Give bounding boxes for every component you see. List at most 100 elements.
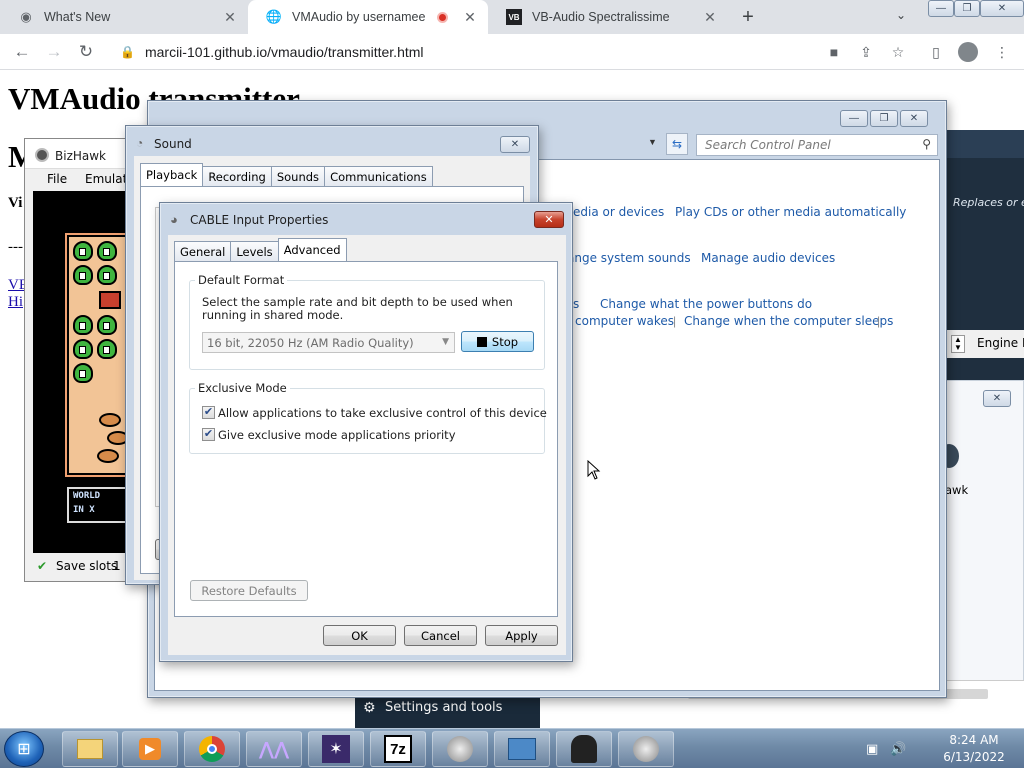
world-sub-label: IN X	[73, 505, 95, 515]
exclusive-priority-checkbox[interactable]: ✔	[202, 428, 215, 441]
tab-recording[interactable]: Recording	[202, 166, 272, 186]
sound-close-button[interactable]: ✕	[500, 136, 530, 153]
refresh-icon[interactable]: ⇆	[666, 133, 688, 155]
settings-tools-link[interactable]: Settings and tools	[385, 700, 502, 715]
forward-arrow-icon[interactable]: →	[42, 40, 66, 64]
vmaudio-taskbar-icon[interactable]	[556, 731, 612, 767]
link-computer-wakes[interactable]: computer wakes	[575, 314, 674, 328]
network-icon[interactable]: ▣	[866, 741, 878, 757]
speaker-icon: ◔	[136, 136, 144, 150]
address-dropdown-chevron-icon[interactable]: ▼	[648, 137, 657, 147]
save-slot-number[interactable]: 1	[113, 559, 121, 573]
restore-defaults-button[interactable]: Restore Defaults	[190, 580, 308, 601]
apply-button[interactable]: Apply	[485, 625, 558, 646]
browser-minimize-button[interactable]: —	[928, 0, 954, 17]
cp-maximize-button[interactable]: ❐	[870, 110, 898, 127]
camera-icon[interactable]: ■	[824, 42, 844, 62]
exclusive-mode-group	[189, 388, 545, 454]
tab-close-icon[interactable]: ✕	[462, 9, 478, 26]
start-button[interactable]: ⊞	[4, 731, 44, 767]
exclusive-priority-label[interactable]: Give exclusive mode applications priorit…	[218, 429, 456, 442]
tab-close-icon[interactable]: ✕	[702, 9, 718, 26]
check-icon: ✔	[37, 559, 48, 573]
tab-levels[interactable]: Levels	[230, 241, 279, 261]
speaker-taskbar-icon[interactable]	[432, 731, 488, 767]
7zip-taskbar-icon[interactable]: 7z	[370, 731, 426, 767]
save-slots-label[interactable]: Save slots	[56, 559, 117, 573]
search-icon[interactable]: ⚲	[922, 137, 931, 151]
search-control-panel-input[interactable]: Search Control Panel ⚲	[696, 134, 938, 156]
page-link-hi[interactable]: Hi	[8, 294, 23, 311]
page-text-fragment: Vi	[8, 195, 23, 211]
link-separator: |	[877, 314, 881, 328]
cancel-button[interactable]: Cancel	[404, 625, 477, 646]
address-bar[interactable]: 🔒 marcii-101.github.io/vmaudio/transmitt…	[112, 38, 820, 66]
cp-minimize-button[interactable]: —	[840, 110, 868, 127]
link-manage-audio[interactable]: Manage audio devices	[701, 251, 835, 265]
lock-icon: 🔒	[120, 45, 135, 59]
tab-close-icon[interactable]: ✕	[222, 9, 238, 26]
tab-advanced[interactable]: Advanced	[277, 238, 347, 261]
link-play-cds[interactable]: Play CDs or other media automatically	[675, 205, 906, 219]
link-system-sounds[interactable]: ange system sounds	[567, 251, 691, 265]
link-computer-sleeps[interactable]: Change when the computer sleeps	[684, 314, 893, 328]
cable-close-button[interactable]: ✕	[534, 211, 564, 228]
dark-app-close-button[interactable]: ✕	[983, 390, 1011, 407]
new-tab-button[interactable]: +	[736, 6, 760, 30]
globe-icon: 🌐	[265, 9, 283, 24]
media-player-taskbar-icon[interactable]: ▶	[122, 731, 178, 767]
tab-vb-audio[interactable]: VB VB-Audio Spectralissime ✕	[488, 0, 728, 34]
engine-label: Engine P	[977, 336, 1024, 350]
tab-playback[interactable]: Playback	[140, 163, 204, 186]
share-icon[interactable]: ⇪	[856, 42, 876, 62]
chrome-icon: ◉	[20, 9, 32, 24]
tab-whats-new[interactable]: ◉ What's New ✕	[0, 0, 248, 34]
browser-close-button[interactable]: ✕	[980, 0, 1024, 17]
volume-icon[interactable]: 🔊	[890, 741, 906, 757]
bookmark-star-icon[interactable]: ☆	[888, 42, 908, 62]
tab-general[interactable]: General	[174, 241, 232, 261]
profile-icon[interactable]	[958, 42, 978, 62]
menu-kebab-icon[interactable]: ⋮	[992, 42, 1012, 62]
explorer-taskbar-icon[interactable]	[62, 731, 118, 767]
link-power-buttons[interactable]: Change what the power buttons do	[600, 297, 812, 311]
spinner-arrows-icon[interactable]: ▲ ▼	[951, 335, 965, 353]
sample-rate-value: 16 bit, 22050 Hz (AM Radio Quality)	[207, 335, 414, 350]
cp-close-button[interactable]: ✕	[900, 110, 928, 127]
tab-vmaudio[interactable]: 🌐 VMAudio by usernamee ✕	[248, 0, 488, 34]
world-label: WORLD	[73, 491, 101, 501]
search-placeholder: Search Control Panel	[705, 138, 831, 152]
clock-date[interactable]: 6/13/2022	[930, 750, 1018, 764]
link-media-devices[interactable]: edia or devices	[573, 205, 664, 219]
page-divider-text: ---	[8, 239, 23, 255]
url-text: marcii-101.github.io/vmaudio/transmitter…	[144, 44, 424, 60]
stop-button[interactable]: Stop	[461, 331, 534, 352]
link-power-options[interactable]: s	[573, 297, 579, 311]
reload-icon[interactable]: ↻	[74, 40, 98, 64]
tab-search-chevron-icon[interactable]: ⌄	[896, 8, 906, 22]
menu-emulation[interactable]: Emulati	[85, 172, 131, 186]
ok-button[interactable]: OK	[323, 625, 396, 646]
side-panel-icon[interactable]: ▯	[926, 42, 946, 62]
control-panel-taskbar-icon[interactable]	[494, 731, 550, 767]
tab-sounds[interactable]: Sounds	[270, 166, 326, 186]
tab-communications[interactable]: Communications	[324, 166, 433, 186]
default-format-group	[189, 280, 545, 370]
bizhawk-title: BizHawk	[55, 149, 107, 163]
speaker-taskbar-icon-2[interactable]	[618, 731, 674, 767]
allow-exclusive-checkbox[interactable]: ✔	[202, 406, 215, 419]
mascot-app-taskbar-icon[interactable]: ✶	[308, 731, 364, 767]
chrome-taskbar-icon[interactable]	[184, 731, 240, 767]
bizhawk-icon	[35, 148, 49, 162]
cable-dialog-title: CABLE Input Properties	[190, 213, 329, 227]
allow-exclusive-label[interactable]: Allow applications to take exclusive con…	[218, 407, 547, 420]
sample-rate-dropdown[interactable]: 16 bit, 22050 Hz (AM Radio Quality) ▼	[202, 332, 455, 353]
sound-dialog-title: Sound	[154, 137, 192, 151]
windows-taskbar: ⊞ ▶ ⋀⋀ ✶ 7z ▣ 🔊 8:24 AM 6/13/2022	[0, 728, 1024, 768]
clock-time[interactable]: 8:24 AM	[930, 733, 1018, 747]
back-arrow-icon[interactable]: ←	[10, 40, 34, 64]
menu-file[interactable]: File	[47, 172, 67, 186]
browser-restore-button[interactable]: ❐	[954, 0, 980, 17]
dropdown-arrow-icon: ▼	[442, 337, 449, 347]
vb-audio-taskbar-icon[interactable]: ⋀⋀	[246, 731, 302, 767]
